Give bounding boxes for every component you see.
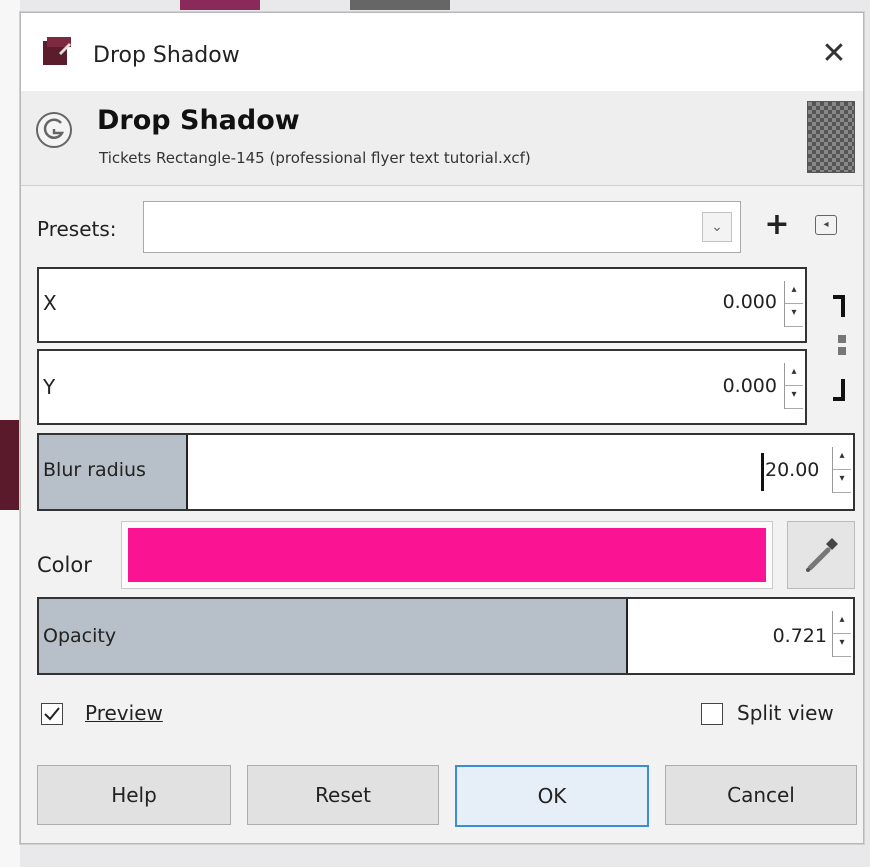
spin-arrows-icon[interactable]: ▴ ▾ xyxy=(832,611,851,657)
spin-down-icon[interactable]: ▾ xyxy=(785,304,803,327)
close-icon[interactable]: ✕ xyxy=(817,37,851,71)
spin-up-icon[interactable]: ▴ xyxy=(785,363,803,386)
x-label: X xyxy=(43,291,57,315)
opacity-label: Opacity xyxy=(43,625,117,647)
spin-up-icon[interactable]: ▴ xyxy=(833,447,851,470)
spin-up-icon[interactable]: ▴ xyxy=(833,611,851,634)
spin-down-icon[interactable]: ▾ xyxy=(833,470,851,493)
spin-up-icon[interactable]: ▴ xyxy=(785,281,803,304)
preview-label[interactable]: Preview xyxy=(85,701,163,725)
color-label: Color xyxy=(37,553,92,577)
blur-value-cursor xyxy=(761,453,764,491)
background-canvas-accent xyxy=(0,420,20,510)
layer-preview-thumbnail xyxy=(807,101,855,173)
color-button[interactable] xyxy=(121,521,773,589)
split-view-checkbox[interactable] xyxy=(701,703,723,725)
spin-arrows-icon[interactable]: ▴ ▾ xyxy=(784,281,803,327)
blur-radius-scale[interactable]: Blur radius 20.00 ▴ ▾ xyxy=(37,433,855,511)
opacity-fill xyxy=(39,599,628,673)
presets-combobox[interactable]: ⌄ xyxy=(143,201,741,253)
spin-arrows-icon[interactable]: ▴ ▾ xyxy=(784,363,803,409)
filter-icon xyxy=(36,112,72,148)
color-picker-button[interactable] xyxy=(787,521,855,589)
y-offset-field[interactable]: Y 0.000 ▴ ▾ xyxy=(37,349,807,425)
y-label: Y xyxy=(43,375,56,399)
header-title: Drop Shadow xyxy=(97,105,300,136)
presets-label: Presets: xyxy=(37,217,117,241)
opacity-scale[interactable]: Opacity 0.721 ▴ ▾ xyxy=(37,597,855,675)
title-bar: Drop Shadow ✕ xyxy=(21,13,863,91)
add-preset-button[interactable]: + xyxy=(761,207,793,243)
spin-down-icon[interactable]: ▾ xyxy=(785,386,803,409)
background-tab xyxy=(350,0,450,10)
spin-down-icon[interactable]: ▾ xyxy=(833,634,851,657)
x-value[interactable]: 0.000 xyxy=(723,291,777,313)
preview-checkbox[interactable] xyxy=(41,703,63,725)
help-button[interactable]: Help xyxy=(37,765,231,825)
checkmark-icon xyxy=(44,707,60,721)
chevron-down-icon[interactable]: ⌄ xyxy=(702,212,732,242)
x-offset-field[interactable]: X 0.000 ▴ ▾ xyxy=(37,267,807,343)
background-tab xyxy=(180,0,260,10)
color-swatch xyxy=(128,528,766,582)
dialog-header: Drop Shadow Tickets Rectangle-145 (profe… xyxy=(21,91,863,186)
blur-radius-value[interactable]: 20.00 xyxy=(765,459,819,481)
blur-radius-label: Blur radius xyxy=(43,459,146,481)
presets-menu-button[interactable]: ◂ xyxy=(815,215,837,235)
cancel-button[interactable]: Cancel xyxy=(665,765,857,825)
y-value[interactable]: 0.000 xyxy=(723,375,777,397)
drop-shadow-dialog: Drop Shadow ✕ Drop Shadow Tickets Rectan… xyxy=(20,12,864,844)
gimp-icon xyxy=(43,37,71,65)
ok-button[interactable]: OK xyxy=(455,765,649,827)
reset-button[interactable]: Reset xyxy=(247,765,439,825)
split-view-label[interactable]: Split view xyxy=(737,701,834,725)
opacity-value[interactable]: 0.721 xyxy=(773,625,827,647)
window-title: Drop Shadow xyxy=(93,43,240,68)
chain-link-icon[interactable] xyxy=(827,283,851,411)
spin-arrows-icon[interactable]: ▴ ▾ xyxy=(832,447,851,493)
header-subtitle: Tickets Rectangle-145 (professional flye… xyxy=(99,149,531,167)
color-picker-icon xyxy=(806,538,838,572)
